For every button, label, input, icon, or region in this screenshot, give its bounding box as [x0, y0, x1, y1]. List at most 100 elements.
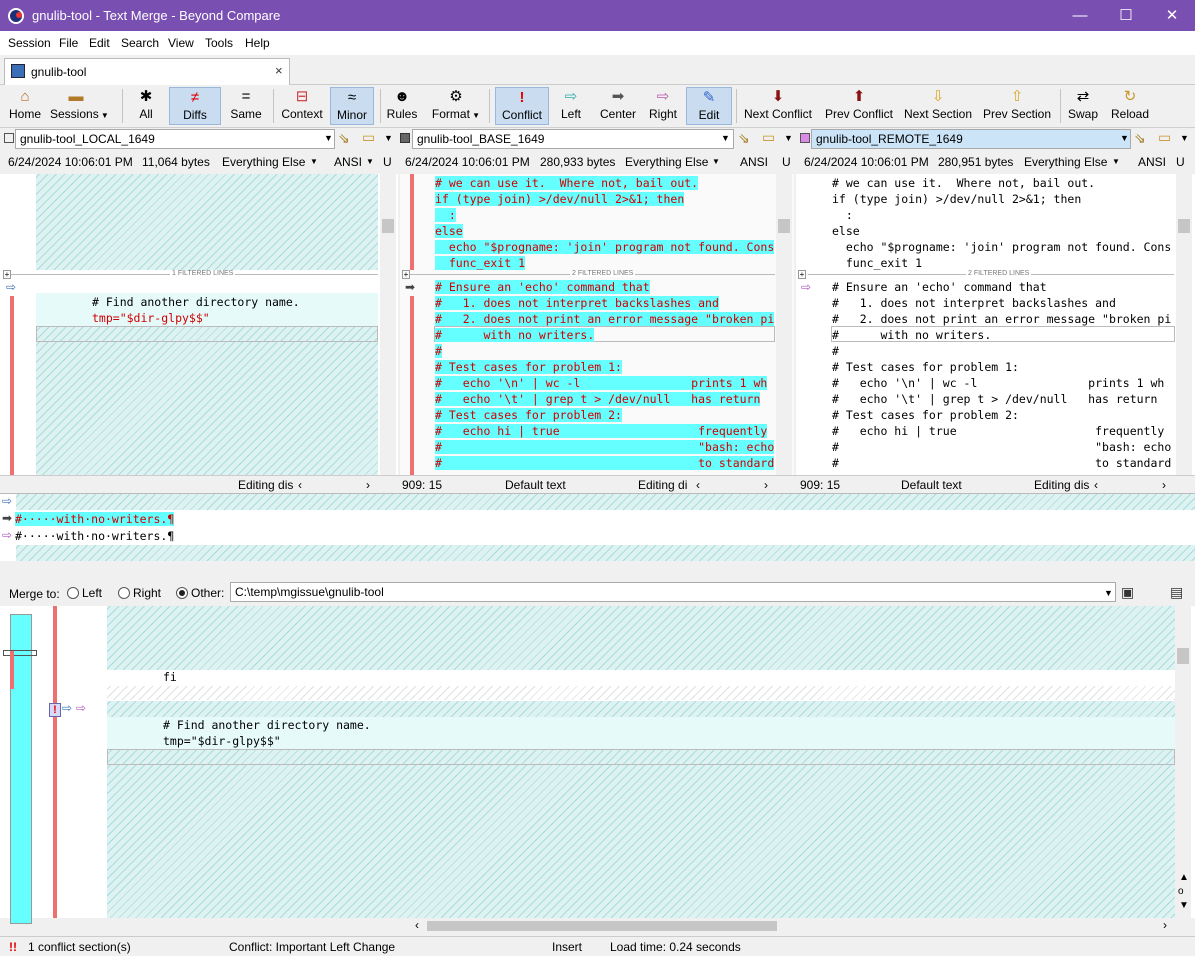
folder-icon[interactable]: ▭ — [762, 129, 775, 146]
layout-icon[interactable]: ▤ — [1170, 584, 1183, 601]
folder-icon[interactable]: ▭ — [1158, 129, 1171, 146]
all-button[interactable]: ✱ All — [130, 87, 162, 125]
chevron-down-icon[interactable]: ▼ — [721, 133, 730, 143]
scroll-right-icon[interactable]: › — [764, 478, 768, 492]
scroll-down-icon[interactable]: ▼ — [1179, 900, 1189, 911]
left-path-input[interactable]: gnulib-tool_LOCAL_1649 — [15, 129, 335, 149]
scroll-left-icon[interactable]: ‹ — [298, 478, 302, 492]
expand-icon[interactable]: + — [798, 270, 806, 279]
menu-search[interactable]: Search — [121, 36, 159, 50]
scroll-left-icon[interactable]: ‹ — [696, 478, 700, 492]
chevron-down-icon[interactable]: ▼ — [784, 133, 793, 143]
scroll-right-icon[interactable]: › — [1162, 478, 1166, 492]
swap-icon[interactable]: ⇘ — [738, 130, 750, 147]
prev-conflict-button[interactable]: ⬆ Prev Conflict — [823, 87, 895, 125]
scroll-right-icon[interactable]: › — [366, 478, 370, 492]
menu-file[interactable]: File — [59, 36, 78, 50]
arrow-right-icon: ⇨ — [2, 494, 13, 508]
arrow-right-icon: ⇨ — [564, 88, 578, 105]
chevron-down-icon[interactable]: ▼ — [1104, 588, 1113, 598]
vertical-scrollbar[interactable]: ▲ o ▼ — [1175, 606, 1191, 918]
right-button[interactable]: ⇨ Right — [645, 87, 681, 125]
take-left-icon[interactable]: ⇨ — [62, 701, 72, 715]
right-encoding[interactable]: ANSI — [1138, 155, 1166, 169]
chevron-down-icon[interactable]: ▼ — [366, 157, 374, 166]
diffs-button[interactable]: ≠ Diffs — [169, 87, 221, 125]
right-format-select[interactable]: Everything Else — [1024, 155, 1107, 169]
arrow-right-icon[interactable]: ⇨ — [6, 280, 16, 294]
format-button[interactable]: ⚙ Format ▼ — [428, 87, 484, 125]
save-icon[interactable]: ▣ — [1121, 584, 1134, 601]
left-text-pane[interactable]: 1 FILTERED LINES + ⇨ # Find another dire… — [0, 174, 398, 475]
scroll-up-icon[interactable]: ▲ — [1179, 872, 1189, 883]
tab-gnulib-tool[interactable]: gnulib-tool × — [4, 58, 290, 85]
chevron-down-icon[interactable]: ▼ — [1120, 133, 1129, 143]
base-path-input[interactable]: gnulib-tool_BASE_1649 — [412, 129, 734, 149]
chevron-down-icon[interactable]: ▼ — [712, 157, 720, 166]
conflict-marker-icon[interactable]: ! — [49, 703, 61, 717]
conflict-button[interactable]: ! Conflict — [495, 87, 549, 125]
chevron-down-icon[interactable]: ▼ — [1180, 133, 1189, 143]
circle-icon[interactable]: o — [1178, 886, 1184, 897]
sessions-button[interactable]: ▬ Sessions ▼ — [50, 87, 109, 125]
menu-tools[interactable]: Tools — [205, 36, 233, 50]
merge-left-radio[interactable]: Left — [67, 586, 102, 600]
swap-icon[interactable]: ⇘ — [338, 130, 350, 147]
left-button[interactable]: ⇨ Left — [555, 87, 587, 125]
merge-other-radio[interactable]: Other: — [176, 586, 224, 600]
chevron-down-icon[interactable]: ▼ — [384, 133, 393, 143]
scroll-left-icon[interactable]: ‹ — [1094, 478, 1098, 492]
right-text-pane[interactable]: # we can use it. Where not, bail out. if… — [796, 174, 1195, 475]
menu-edit[interactable]: Edit — [89, 36, 110, 50]
base-format-select[interactable]: Everything Else — [625, 155, 708, 169]
filtered-lines-label: 1 FILTERED LINES — [170, 270, 236, 277]
arrow-right-icon[interactable]: ⇨ — [801, 280, 811, 294]
vertical-scrollbar[interactable] — [1176, 174, 1192, 475]
swap-icon[interactable]: ⇘ — [1134, 130, 1146, 147]
left-encoding[interactable]: ANSI — [334, 155, 362, 169]
folder-icon[interactable]: ▭ — [362, 129, 375, 146]
reload-button[interactable]: ↻ Reload — [1110, 87, 1150, 125]
swap-button[interactable]: ⇄ Swap — [1066, 87, 1100, 125]
center-button[interactable]: ➡ Center — [596, 87, 640, 125]
vertical-scrollbar[interactable] — [380, 174, 396, 475]
maximize-button[interactable]: ☐ — [1103, 0, 1149, 31]
right-path-input[interactable]: gnulib-tool_REMOTE_1649 — [811, 129, 1131, 149]
merge-output-path-input[interactable]: C:\temp\mgissue\gnulib-tool — [230, 582, 1116, 602]
context-button[interactable]: ⊟ Context — [279, 87, 325, 125]
tab-close-icon[interactable]: × — [275, 63, 283, 78]
arrow-right-icon[interactable]: ➡ — [405, 280, 415, 294]
scroll-left-icon[interactable]: ‹ — [415, 918, 419, 932]
expand-icon[interactable]: + — [402, 270, 410, 279]
vertical-scrollbar[interactable] — [776, 174, 792, 475]
menu-session[interactable]: Session — [8, 36, 51, 50]
base-encoding-u[interactable]: U — [782, 155, 791, 169]
output-pane[interactable]: fi ! ⇨ ⇨ # Find another directory name. … — [0, 606, 1195, 924]
chevron-down-icon[interactable]: ▼ — [310, 157, 318, 166]
chevron-down-icon[interactable]: ▼ — [324, 133, 333, 143]
thumbnail-viewport[interactable] — [3, 650, 37, 656]
right-encoding-u[interactable]: U — [1176, 155, 1185, 169]
take-right-icon[interactable]: ⇨ — [76, 701, 86, 715]
horizontal-scrollbar[interactable]: ‹ › — [413, 918, 1175, 934]
left-format-select[interactable]: Everything Else — [222, 155, 305, 169]
base-encoding[interactable]: ANSI — [740, 155, 768, 169]
menu-help[interactable]: Help — [245, 36, 270, 50]
next-section-button[interactable]: ⇩ Next Section — [903, 87, 973, 125]
prev-section-button[interactable]: ⇧ Prev Section — [982, 87, 1052, 125]
rules-button[interactable]: ☻ Rules — [385, 87, 419, 125]
minimize-button[interactable]: — — [1057, 0, 1103, 31]
chevron-down-icon[interactable]: ▼ — [1112, 157, 1120, 166]
close-button[interactable]: ✕ — [1149, 0, 1195, 31]
menu-view[interactable]: View — [168, 36, 194, 50]
home-button[interactable]: ⌂ Home — [6, 87, 44, 125]
minor-button[interactable]: ≈ Minor — [330, 87, 374, 125]
edit-button[interactable]: ✎ Edit — [686, 87, 732, 125]
base-text-pane[interactable]: # we can use it. Where not, bail out. if… — [400, 174, 794, 475]
next-conflict-button[interactable]: ⬇ Next Conflict — [741, 87, 815, 125]
merge-right-radio[interactable]: Right — [118, 586, 161, 600]
left-encoding-u[interactable]: U — [383, 155, 392, 169]
expand-icon[interactable]: + — [3, 270, 11, 279]
scroll-right-icon[interactable]: › — [1163, 918, 1167, 932]
same-button[interactable]: = Same — [228, 87, 264, 125]
